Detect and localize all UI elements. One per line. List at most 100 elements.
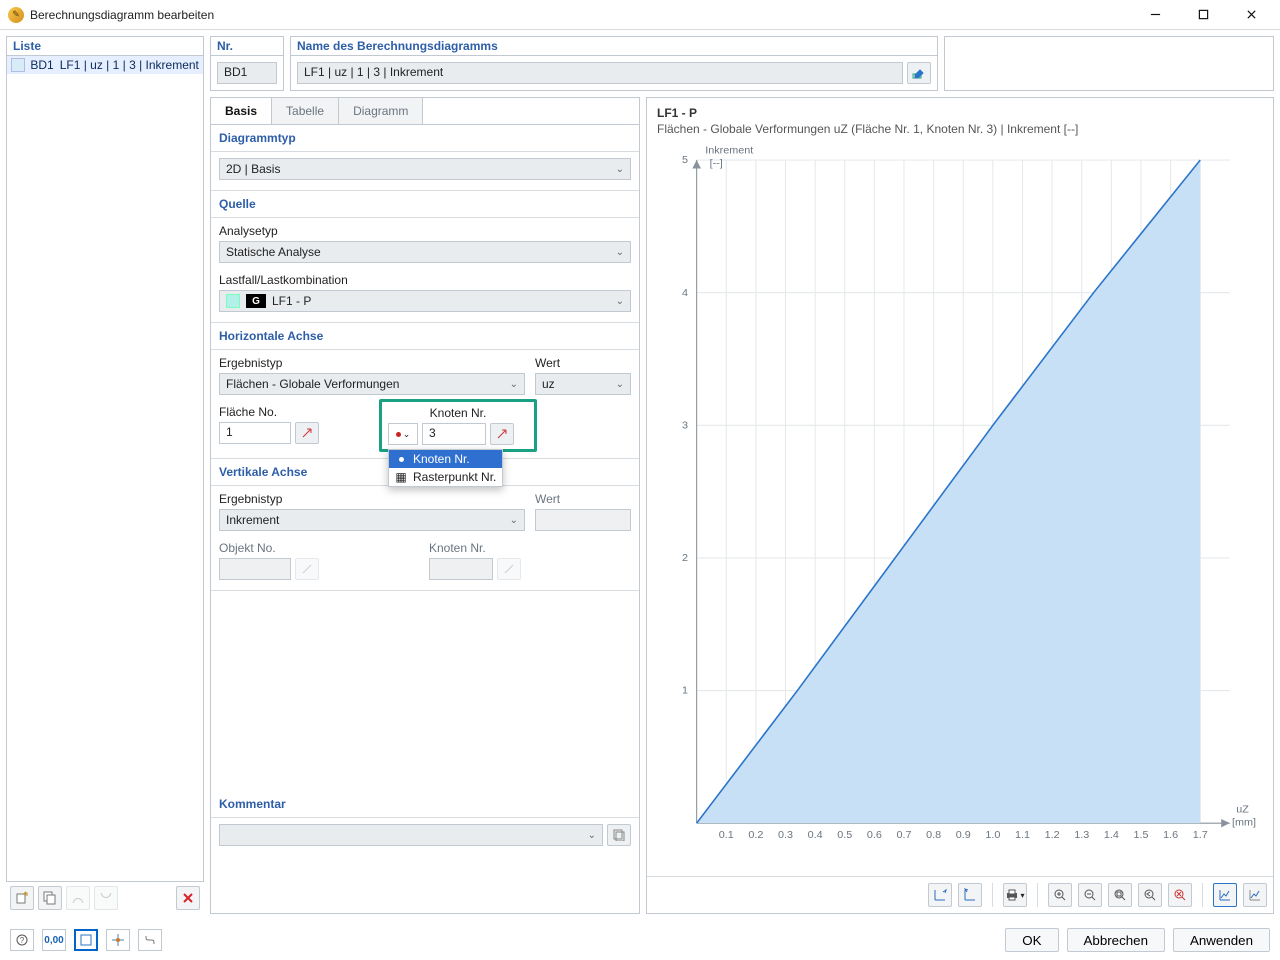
- section-quelle-title: Quelle: [211, 191, 639, 218]
- number-label: Nr.: [211, 37, 283, 56]
- dropdown-opt-knoten[interactable]: Knoten Nr.: [389, 450, 502, 468]
- svg-text:Inkrement: Inkrement: [705, 145, 753, 157]
- help-button[interactable]: ?: [10, 929, 34, 951]
- chart-axes-x-button[interactable]: [928, 883, 952, 907]
- new-diagram-button[interactable]: [10, 886, 34, 910]
- chart-zoom-in-button[interactable]: [1048, 883, 1072, 907]
- section-hachse-title: Horizontale Achse: [211, 323, 639, 350]
- kommentar-select[interactable]: ⌄: [219, 824, 603, 846]
- svg-text:1.0: 1.0: [985, 829, 1000, 841]
- knoten-type-select[interactable]: ⌄: [388, 423, 418, 445]
- chart-mode-2-button[interactable]: [1243, 883, 1267, 907]
- v-knoten-input: [429, 558, 493, 580]
- tab-basis[interactable]: Basis: [211, 98, 272, 124]
- units-button[interactable]: 0,00: [42, 929, 66, 951]
- analysetyp-select[interactable]: Statische Analyse⌄: [219, 241, 631, 263]
- chart-svg: 0.10.20.30.40.50.60.70.80.91.01.11.21.31…: [647, 139, 1273, 876]
- view-button[interactable]: [74, 929, 98, 951]
- list-item-swatch: [11, 58, 25, 72]
- svg-text:0.4: 0.4: [808, 829, 823, 841]
- list-item-id: BD1: [30, 58, 53, 72]
- flaeche-label: Fläche No.: [219, 405, 369, 419]
- section-diagrammtyp-title: Diagrammtyp: [211, 125, 639, 152]
- v-objekt-pick-button: [295, 558, 319, 580]
- dropdown-opt-rasterpunkt[interactable]: ▦Rasterpunkt Nr.: [389, 468, 502, 486]
- svg-text:uZ: uZ: [1236, 804, 1249, 816]
- v-ergebnistyp-select[interactable]: Inkrement⌄: [219, 509, 525, 531]
- script-button[interactable]: [138, 929, 162, 951]
- chart-toolbar: ▾: [647, 876, 1273, 913]
- close-button[interactable]: [1230, 1, 1272, 29]
- knoten-type-dropdown[interactable]: Knoten Nr. ▦Rasterpunkt Nr.: [388, 449, 503, 487]
- info-panel: [944, 36, 1274, 91]
- delete-diagram-button[interactable]: [176, 886, 200, 910]
- tab-tabelle[interactable]: Tabelle: [272, 98, 339, 124]
- v-objekt-label: Objekt No.: [219, 541, 419, 555]
- toolbar-btn-4[interactable]: [94, 886, 118, 910]
- chart-mode-1-button[interactable]: [1213, 883, 1237, 907]
- copy-diagram-button[interactable]: [38, 886, 62, 910]
- chart-print-button[interactable]: ▾: [1003, 883, 1027, 907]
- flaeche-input[interactable]: 1: [219, 422, 291, 444]
- svg-text:1.7: 1.7: [1193, 829, 1208, 841]
- diagrammtyp-select[interactable]: 2D | Basis⌄: [219, 158, 631, 180]
- name-panel: Name des Berechnungsdiagramms LF1 | uz |…: [290, 36, 938, 91]
- lastfall-select[interactable]: G LF1 - P ⌄: [219, 290, 631, 312]
- svg-text:?: ?: [20, 936, 25, 945]
- svg-text:1.2: 1.2: [1045, 829, 1060, 841]
- tab-strip: Basis Tabelle Diagramm: [211, 98, 639, 125]
- lastfall-label: Lastfall/Lastkombination: [219, 273, 631, 287]
- svg-text:0.3: 0.3: [778, 829, 793, 841]
- knoten-input[interactable]: 3: [422, 423, 486, 445]
- chart-axes-y-button[interactable]: [958, 883, 982, 907]
- chart-zoom-prev-button[interactable]: [1138, 883, 1162, 907]
- tab-diagramm[interactable]: Diagramm: [339, 98, 423, 124]
- svg-text:[--]: [--]: [710, 158, 723, 170]
- h-wert-label: Wert: [535, 356, 631, 370]
- v-wert-label: Wert: [535, 492, 631, 506]
- toolbar-btn-3[interactable]: [66, 886, 90, 910]
- svg-text:0.8: 0.8: [926, 829, 941, 841]
- flaeche-pick-button[interactable]: [295, 422, 319, 444]
- name-label: Name des Berechnungsdiagramms: [291, 37, 937, 56]
- titlebar: ✎ Berechnungsdiagramm bearbeiten: [0, 0, 1280, 30]
- knoten-label: Knoten Nr.: [388, 406, 528, 420]
- list-item[interactable]: BD1 LF1 | uz | 1 | 3 | Inkrement: [7, 56, 203, 74]
- chart-zoom-out-button[interactable]: [1078, 883, 1102, 907]
- svg-text:1.6: 1.6: [1163, 829, 1178, 841]
- name-value[interactable]: LF1 | uz | 1 | 3 | Inkrement: [297, 62, 903, 84]
- chart-title: LF1 - P: [657, 106, 1263, 122]
- svg-text:2: 2: [682, 552, 688, 564]
- ok-button[interactable]: OK: [1005, 928, 1058, 952]
- list-item-text: LF1 | uz | 1 | 3 | Inkrement: [60, 58, 199, 72]
- apply-button[interactable]: Anwenden: [1173, 928, 1270, 952]
- h-ergebnistyp-select[interactable]: Flächen - Globale Verformungen⌄: [219, 373, 525, 395]
- v-objekt-input: [219, 558, 291, 580]
- h-ergebnistyp-label: Ergebnistyp: [219, 356, 525, 370]
- svg-text:1.3: 1.3: [1074, 829, 1089, 841]
- kommentar-edit-button[interactable]: [607, 824, 631, 846]
- v-knoten-pick-button: [497, 558, 521, 580]
- loadcase-g-badge: G: [246, 294, 266, 308]
- chart-subtitle: Flächen - Globale Verformungen uZ (Fläch…: [657, 122, 1263, 138]
- cancel-button[interactable]: Abbrechen: [1067, 928, 1165, 952]
- number-value[interactable]: BD1: [217, 62, 277, 84]
- chart-zoom-reset-button[interactable]: [1168, 883, 1192, 907]
- knoten-pick-button[interactable]: [490, 423, 514, 445]
- section-kommentar-title: Kommentar: [211, 791, 639, 818]
- svg-text:0.7: 0.7: [896, 829, 911, 841]
- svg-text:4: 4: [682, 287, 688, 299]
- edit-name-button[interactable]: [907, 62, 931, 84]
- svg-text:0.9: 0.9: [956, 829, 971, 841]
- minimize-button[interactable]: [1134, 1, 1176, 29]
- maximize-button[interactable]: [1182, 1, 1224, 29]
- diagrammtyp-value: 2D | Basis: [226, 162, 280, 176]
- svg-text:0.6: 0.6: [867, 829, 882, 841]
- h-wert-select[interactable]: uz⌄: [535, 373, 631, 395]
- results-button[interactable]: [106, 929, 130, 951]
- analysetyp-label: Analysetyp: [219, 224, 631, 238]
- diagram-list[interactable]: BD1 LF1 | uz | 1 | 3 | Inkrement: [7, 56, 203, 881]
- svg-text:5: 5: [682, 155, 688, 167]
- chart-zoom-window-button[interactable]: [1108, 883, 1132, 907]
- loadcase-swatch: [226, 294, 240, 308]
